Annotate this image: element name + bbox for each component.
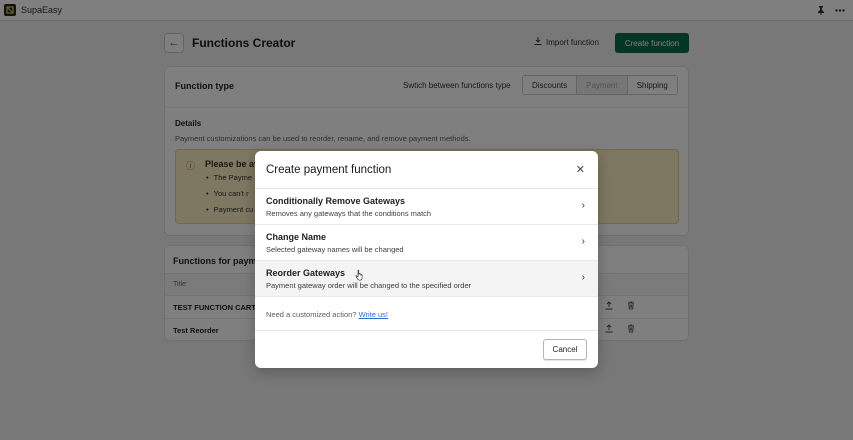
option-title: Reorder Gateways — [266, 268, 346, 278]
chevron-right-icon: › — [581, 200, 585, 211]
option-title: Conditionally Remove Gateways — [266, 196, 406, 206]
modal-header: Create payment function ✕ — [255, 151, 598, 189]
option-title: Change Name — [266, 232, 327, 242]
cancel-button[interactable]: Cancel — [543, 339, 587, 360]
hand-cursor-icon — [355, 268, 364, 286]
chevron-right-icon: › — [581, 272, 585, 283]
option-description: Removes any gateways that the conditions… — [266, 209, 432, 218]
option-change-name[interactable]: Change Name Selected gateway names will … — [255, 225, 598, 261]
close-icon[interactable]: ✕ — [576, 163, 585, 176]
custom-action-section: Need a customized action? Write us! — [255, 297, 598, 331]
option-conditionally-remove-gateways[interactable]: Conditionally Remove Gateways Removes an… — [255, 189, 598, 225]
write-us-link[interactable]: Write us! — [359, 310, 388, 319]
chevron-right-icon: › — [581, 236, 585, 247]
option-description: Payment gateway order will be changed to… — [266, 281, 472, 290]
modal-footer: Cancel — [255, 331, 598, 366]
option-reorder-gateways[interactable]: Reorder Gateways Payment gateway order w… — [255, 261, 598, 297]
option-description: Selected gateway names will be changed — [266, 245, 404, 254]
create-payment-function-modal: Create payment function ✕ Conditionally … — [255, 151, 598, 368]
modal-title: Create payment function — [266, 164, 392, 176]
custom-action-text: Need a customized action? Write us! — [266, 310, 388, 319]
custom-action-prompt: Need a customized action? — [266, 310, 357, 319]
